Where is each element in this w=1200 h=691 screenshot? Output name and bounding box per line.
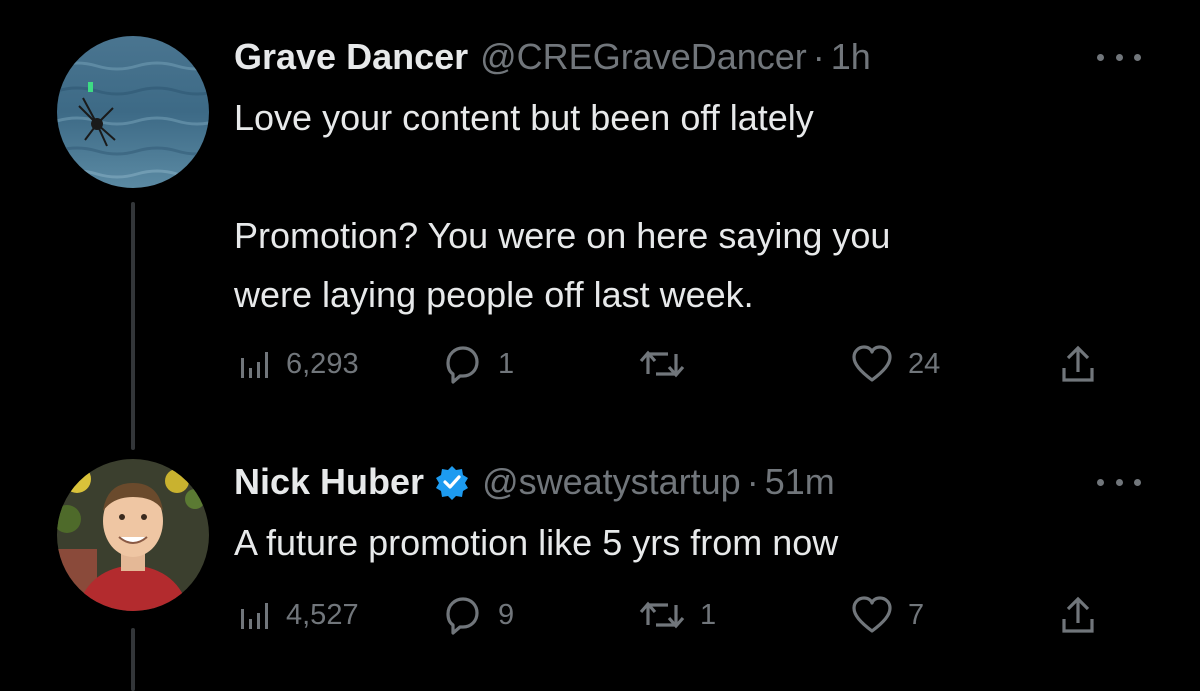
reply-icon <box>446 597 479 635</box>
like-button[interactable]: 24 <box>850 341 940 387</box>
view-count: 4,527 <box>286 598 359 631</box>
reply-icon <box>446 346 479 384</box>
tweet-header: Nick Huber @sweatystartup · 51m <box>234 458 835 506</box>
more-options-icon[interactable] <box>1097 49 1141 65</box>
timestamp[interactable]: 1h <box>831 36 871 78</box>
view-count: 6,293 <box>286 347 359 380</box>
tweet-text: Love your content but been off lately Pr… <box>234 97 891 315</box>
like-button[interactable]: 7 <box>850 592 924 638</box>
retweet-count: 1 <box>700 598 717 631</box>
user-handle[interactable]: @sweatystartup <box>482 461 741 503</box>
verified-badge-icon <box>434 464 470 500</box>
share-icon <box>1062 596 1094 633</box>
display-name[interactable]: Nick Huber <box>234 461 424 503</box>
views-icon <box>241 603 268 629</box>
share-button[interactable] <box>1058 592 1098 638</box>
views-button[interactable]: 4,527 <box>236 592 359 638</box>
like-count: 7 <box>908 598 925 631</box>
heart-icon <box>852 596 892 633</box>
reply-button[interactable]: 1 <box>440 341 514 387</box>
timestamp[interactable]: 51m <box>765 461 835 503</box>
retweet-icon <box>639 350 685 378</box>
retweet-button[interactable]: 1 <box>638 592 716 638</box>
tweet-actions: 4,527 9 1 7 <box>0 592 1200 638</box>
display-name[interactable]: Grave Dancer <box>234 36 468 78</box>
retweet-icon <box>639 601 685 629</box>
ocean-spider-avatar[interactable] <box>57 36 209 188</box>
tweet-actions: 6,293 1 24 <box>0 341 1200 387</box>
share-button[interactable] <box>1058 341 1098 387</box>
share-icon <box>1062 345 1094 382</box>
thread-line-top <box>131 202 135 450</box>
separator-dot: · <box>812 36 825 77</box>
tweet-text: A future promotion like 5 yrs from now <box>234 522 839 563</box>
person-avatar[interactable] <box>57 459 209 611</box>
like-count: 24 <box>908 347 941 380</box>
retweet-button[interactable] <box>638 341 700 387</box>
tweet-header: Grave Dancer @CREGraveDancer · 1h <box>234 33 871 81</box>
heart-icon <box>852 345 892 382</box>
reply-count: 9 <box>498 598 515 631</box>
views-button[interactable]: 6,293 <box>236 341 359 387</box>
more-options-icon[interactable] <box>1097 474 1141 490</box>
reply-count: 1 <box>498 347 515 380</box>
separator-dot: · <box>746 461 759 502</box>
views-icon <box>241 352 268 378</box>
user-handle[interactable]: @CREGraveDancer <box>480 36 807 78</box>
reply-button[interactable]: 9 <box>440 592 514 638</box>
